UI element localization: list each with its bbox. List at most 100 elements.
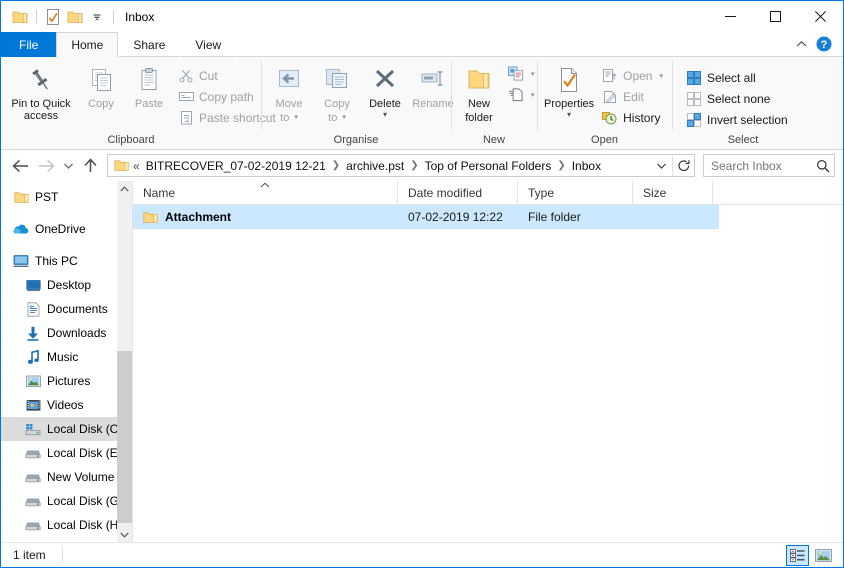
history-button[interactable]: History: [597, 107, 668, 128]
nav-item-pst[interactable]: PST: [1, 185, 132, 209]
open-button[interactable]: Open ▾: [597, 65, 668, 86]
nav-item-local-disk-c[interactable]: Local Disk (C:): [1, 417, 132, 441]
breadcrumb-dropdown-chevron-down-icon[interactable]: [650, 155, 672, 176]
nav-item-music[interactable]: Music: [1, 345, 132, 369]
delete-chevron-down-icon[interactable]: ▾: [383, 111, 387, 119]
delete-button[interactable]: Delete ▾: [361, 61, 409, 119]
nav-item-label: Local Disk (H:): [47, 518, 126, 532]
qat-new-folder-icon[interactable]: [64, 6, 86, 28]
file-rows: Attachment 07-02-2019 12:22 File folder: [133, 205, 843, 542]
select-none-label: Select none: [707, 91, 771, 106]
properties-chevron-down-icon[interactable]: ▾: [567, 111, 571, 119]
scroll-down-arrow-icon[interactable]: [117, 527, 132, 542]
nav-item-documents[interactable]: Documents: [1, 297, 132, 321]
invert-selection-button[interactable]: Invert selection: [681, 109, 793, 130]
paste-icon: [135, 64, 163, 96]
view-mode-buttons: [786, 543, 835, 568]
move-to-chevron-down-icon[interactable]: ▾: [294, 112, 298, 124]
search-input[interactable]: Search Inbox: [711, 159, 816, 173]
pin-to-quick-access-button[interactable]: Pin to Quick access: [5, 61, 77, 122]
easy-access-button[interactable]: ▾: [503, 84, 537, 105]
nav-item-downloads[interactable]: Downloads: [1, 321, 132, 345]
minimize-button[interactable]: [708, 1, 753, 32]
breadcrumb-separator-3[interactable]: ❯: [555, 155, 567, 176]
nav-item-this-pc[interactable]: This PC: [1, 249, 132, 273]
nav-item-label: Local Disk (E:): [47, 446, 126, 460]
qat-properties-icon[interactable]: [42, 6, 64, 28]
nav-item-videos[interactable]: Videos: [1, 393, 132, 417]
copy-to-button[interactable]: Copy to ▾: [313, 61, 361, 124]
breadcrumb-overflow[interactable]: «: [131, 155, 142, 176]
nav-item-new-volume-f[interactable]: New Volume (F:): [1, 465, 132, 489]
edit-icon: [602, 89, 618, 105]
select-all-button[interactable]: Select all: [681, 67, 793, 88]
column-header-type[interactable]: Type: [518, 180, 633, 205]
help-icon[interactable]: ?: [815, 36, 833, 52]
qat-folder-icon[interactable]: [9, 6, 31, 28]
nav-item-local-disk-g[interactable]: Local Disk (G:): [1, 489, 132, 513]
search-box[interactable]: Search Inbox: [703, 154, 835, 177]
breadcrumb-item-top-of-personal-folders[interactable]: Top of Personal Folders: [421, 155, 556, 176]
invert-selection-icon: [686, 112, 702, 128]
new-folder-button[interactable]: New folder: [455, 61, 503, 124]
open-chevron-down-icon[interactable]: ▾: [659, 72, 663, 80]
new-item-button[interactable]: ▾: [503, 63, 537, 84]
properties-label: Properties: [544, 98, 595, 110]
select-none-button[interactable]: Select none: [681, 88, 793, 109]
nav-item-desktop[interactable]: Desktop: [1, 273, 132, 297]
nav-item-pictures[interactable]: Pictures: [1, 369, 132, 393]
forward-button[interactable]: [33, 154, 59, 178]
rename-button[interactable]: Rename: [409, 61, 457, 110]
search-icon[interactable]: [816, 159, 830, 173]
properties-button[interactable]: Properties ▾: [541, 61, 597, 119]
close-button[interactable]: [798, 1, 843, 32]
edit-button[interactable]: Edit: [597, 86, 668, 107]
maximize-button[interactable]: [753, 1, 798, 32]
scroll-up-arrow-icon[interactable]: [117, 181, 132, 196]
details-view-button[interactable]: [786, 545, 809, 566]
breadcrumb-separator-2[interactable]: ❯: [408, 155, 420, 176]
nav-item-label: This PC: [35, 254, 78, 268]
qat-separator-2: [113, 9, 114, 24]
breadcrumb-item-inbox[interactable]: Inbox: [568, 155, 605, 176]
back-button[interactable]: [7, 154, 33, 178]
column-header-date-modified[interactable]: Date modified: [398, 180, 518, 205]
nav-item-label: Documents: [47, 302, 108, 316]
status-separator: [61, 548, 63, 562]
navigation-scroll-track[interactable]: [117, 196, 132, 527]
refresh-button[interactable]: [672, 155, 694, 176]
paste-button[interactable]: Paste: [125, 61, 173, 110]
breadcrumb-separator-1[interactable]: ❯: [330, 155, 342, 176]
easy-access-icon: [508, 87, 524, 103]
move-to-button[interactable]: Move to ▾: [265, 61, 313, 124]
svg-text:?: ?: [821, 39, 828, 51]
customize-qat-chevron-down-icon[interactable]: [86, 6, 108, 28]
navigation-scroll-thumb[interactable]: [117, 351, 132, 523]
tab-share[interactable]: Share: [118, 32, 181, 57]
new-item-chevron-down-icon[interactable]: ▾: [531, 70, 535, 78]
tab-view[interactable]: View: [180, 32, 237, 57]
up-button[interactable]: [77, 154, 103, 178]
breadcrumb[interactable]: « BITRECOVER_07-02-2019 12-21 ❯ archive.…: [107, 154, 695, 177]
copy-label: Copy: [88, 98, 114, 110]
copy-to-chevron-down-icon[interactable]: ▾: [342, 112, 346, 124]
navigation-pane-scrollbar[interactable]: [117, 181, 132, 542]
nav-item-local-disk-e[interactable]: Local Disk (E:): [1, 441, 132, 465]
breadcrumb-item-archive-pst[interactable]: archive.pst: [342, 155, 408, 176]
explorer-content: PST OneDrive This PC Desktop Documents D…: [1, 180, 843, 542]
large-icons-view-button[interactable]: [812, 545, 835, 566]
edit-label: Edit: [623, 89, 644, 104]
nav-item-onedrive[interactable]: OneDrive: [1, 217, 132, 241]
breadcrumb-item-archive-root[interactable]: BITRECOVER_07-02-2019 12-21: [142, 155, 330, 176]
copy-button[interactable]: Copy: [77, 61, 125, 110]
easy-access-chevron-down-icon[interactable]: ▾: [531, 91, 535, 99]
column-header-name[interactable]: Name: [133, 180, 398, 205]
tab-home[interactable]: Home: [56, 32, 119, 57]
column-header-size[interactable]: Size: [633, 180, 713, 205]
recent-locations-chevron-down-icon[interactable]: [59, 154, 77, 178]
cell-name: Attachment: [133, 205, 398, 229]
nav-item-local-disk-h[interactable]: Local Disk (H:): [1, 513, 132, 537]
table-row[interactable]: Attachment 07-02-2019 12:22 File folder: [133, 205, 719, 229]
collapse-ribbon-chevron-up-icon[interactable]: [792, 40, 810, 48]
tab-file[interactable]: File: [1, 32, 57, 57]
